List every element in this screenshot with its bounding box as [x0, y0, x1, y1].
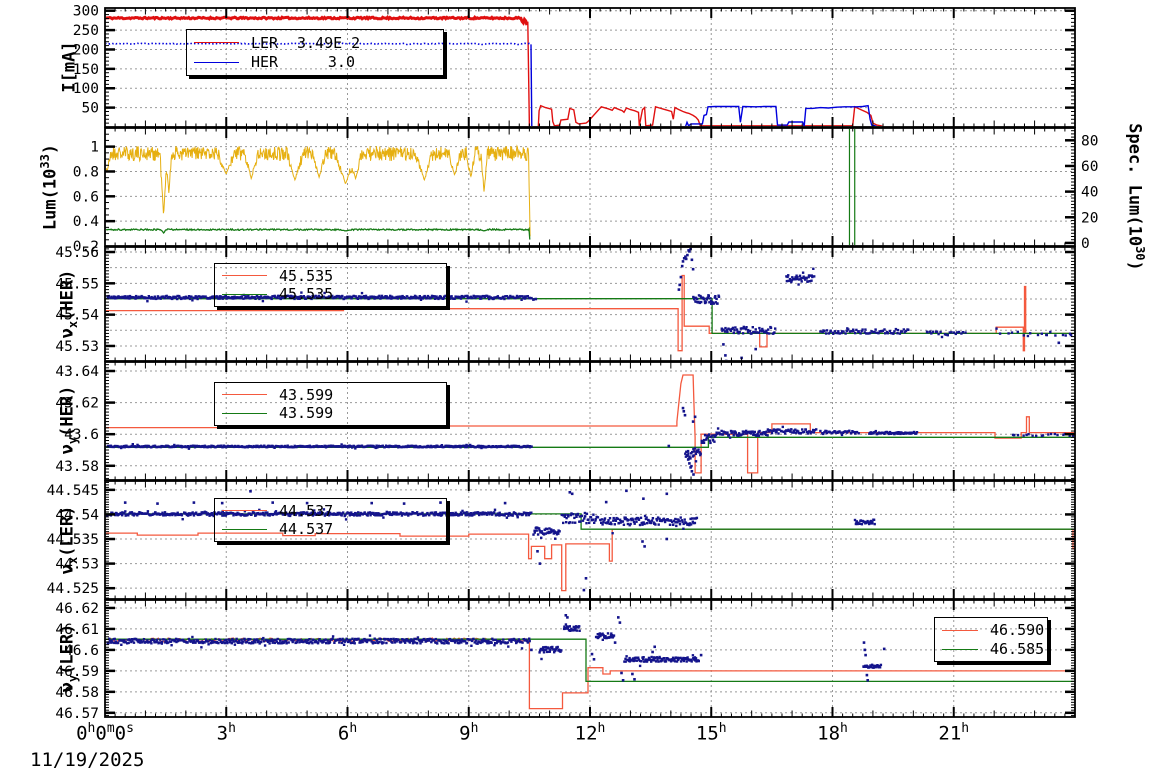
y-tick-label: 1 — [90, 140, 99, 156]
axis-ticks — [105, 599, 1075, 717]
legend-row: 43.599 — [222, 404, 446, 422]
tune-monitor-figure: 50 100 150 200 250 300 0.2 0.4 0.6 0.8 1 0 20 40 60 80 4… — [0, 0, 1154, 782]
legend-series-name: HER — [251, 53, 279, 72]
legend-row: 46.590 — [942, 621, 1047, 639]
y-tick-label: 0.8 — [73, 164, 99, 180]
series-vlines-set_green — [848, 129, 856, 245]
panel-nuy-her: 43.5843.643.6243.64 — [55, 361, 1076, 481]
y2-tick-label: 60 — [1081, 159, 1098, 175]
legend-nux-ler: 44.537 44.537 — [214, 498, 447, 542]
y-axis-label-text: I[mA] — [59, 41, 80, 93]
legend-row: 46.585 — [942, 640, 1047, 658]
legend-line-ler — [194, 42, 239, 44]
series-noisyline-set_green — [106, 226, 531, 240]
legend-line-setpoint — [222, 510, 267, 512]
gridlines — [105, 128, 1075, 246]
y-axis-label-text: ν — [57, 564, 78, 575]
date-label: 11/19/2025 — [30, 749, 145, 771]
x-tick-label: 21h — [938, 721, 970, 745]
y2-tick-label: 20 — [1081, 210, 1098, 226]
x-tick-label: 9h — [459, 721, 479, 745]
x-tick-label: 0h0m0s — [76, 721, 134, 745]
y-tick-label: 0.4 — [73, 214, 99, 230]
x-tick-label: 3h — [216, 721, 236, 745]
legend-nux-her: 45.535 45.535 — [214, 263, 447, 307]
y-axis-label-spec-lum: Spec. Lum(1030) — [1124, 123, 1147, 271]
legend-line-setpoint — [942, 629, 978, 631]
legend-series-value: 44.537 — [279, 501, 334, 520]
series-line-ler_red — [527, 21, 884, 126]
legend-line-reference — [222, 293, 267, 295]
legend-series-name: LER — [251, 33, 279, 52]
y-axis-label-text: Lum(10 — [40, 168, 61, 231]
legend-series-value: 43.599 — [279, 404, 334, 423]
x-tick-label: 15h — [695, 721, 727, 745]
y-tick-label: 250 — [73, 23, 99, 39]
y-tick-label: 0.6 — [73, 189, 99, 205]
y-tick-label: 300 — [73, 4, 99, 20]
legend-row: 45.535 — [222, 285, 446, 303]
y-axis-label-text: Spec. Lum(10 — [1124, 123, 1145, 247]
legend-series-value: 3.49E 2 — [297, 33, 361, 52]
legend-nuy-ler: 46.590 46.585 — [934, 617, 1048, 662]
series-noisyline-lum_gold — [106, 144, 531, 237]
y2-tick-label: 0 — [1081, 236, 1090, 252]
legend-line-setpoint — [222, 275, 267, 277]
y-axis-label-text: ν — [57, 682, 78, 693]
panel-nux-ler: 44.52544.5344.53544.5444.545 — [47, 480, 1076, 600]
panel-frame — [104, 599, 1076, 718]
legend-row: 45.535 — [222, 267, 446, 285]
legend-row: 43.599 — [222, 386, 446, 404]
y2-tick-label: 40 — [1081, 185, 1098, 201]
legend-series-value: 3.0 — [327, 53, 355, 72]
series-group — [106, 129, 856, 245]
legend-line-setpoint — [222, 394, 267, 396]
y-axis-label-text: ν — [57, 328, 78, 339]
panel-luminosity: 0.20.40.60.81020406080 — [73, 127, 1098, 255]
legend-series-value: 45.535 — [279, 285, 334, 304]
y-tick-label: 50 — [82, 101, 99, 117]
legend-row: 44.537 — [222, 502, 446, 520]
legend-series-value: 46.585 — [990, 640, 1045, 658]
legend-nuy-her: 43.599 43.599 — [214, 382, 447, 426]
x-tick-label: 18h — [817, 721, 848, 745]
legend-line-reference — [942, 648, 978, 650]
legend-row: 44.537 — [222, 520, 446, 538]
legend-line-reference — [222, 528, 267, 530]
y-axis-label-text: ν — [57, 444, 78, 455]
y-axis-label-nuy-ler: νy(LER) — [57, 623, 81, 693]
series-line-her_blue — [530, 44, 878, 126]
legend-series-value: 43.599 — [279, 385, 334, 404]
panel-nux-her: 45.5345.5445.5545.56 — [55, 245, 1076, 362]
legend-row: LER 3.49E 2 — [194, 34, 443, 52]
chart-canvas: 501001502002503000.20.40.60.810204060804… — [47, 4, 1099, 722]
x-tick-label: 6h — [337, 721, 358, 745]
legend-series-value: 46.590 — [990, 621, 1045, 639]
series-noisyline-ler_red — [106, 15, 529, 26]
legend-line-reference — [222, 412, 267, 414]
legend-current: LER 3.49E 2 HER 3.0 — [186, 29, 444, 76]
gridlines — [105, 600, 1075, 717]
panel-nuy-ler: 46.5746.5846.5946.646.6146.62 — [55, 599, 1076, 722]
x-tick-label: 12h — [574, 721, 606, 745]
y2-tick-label: 80 — [1081, 133, 1098, 149]
legend-line-her — [194, 61, 239, 63]
legend-series-value: 45.535 — [279, 266, 334, 285]
legend-row: HER 3.0 — [194, 53, 443, 71]
legend-series-value: 44.537 — [279, 520, 334, 539]
